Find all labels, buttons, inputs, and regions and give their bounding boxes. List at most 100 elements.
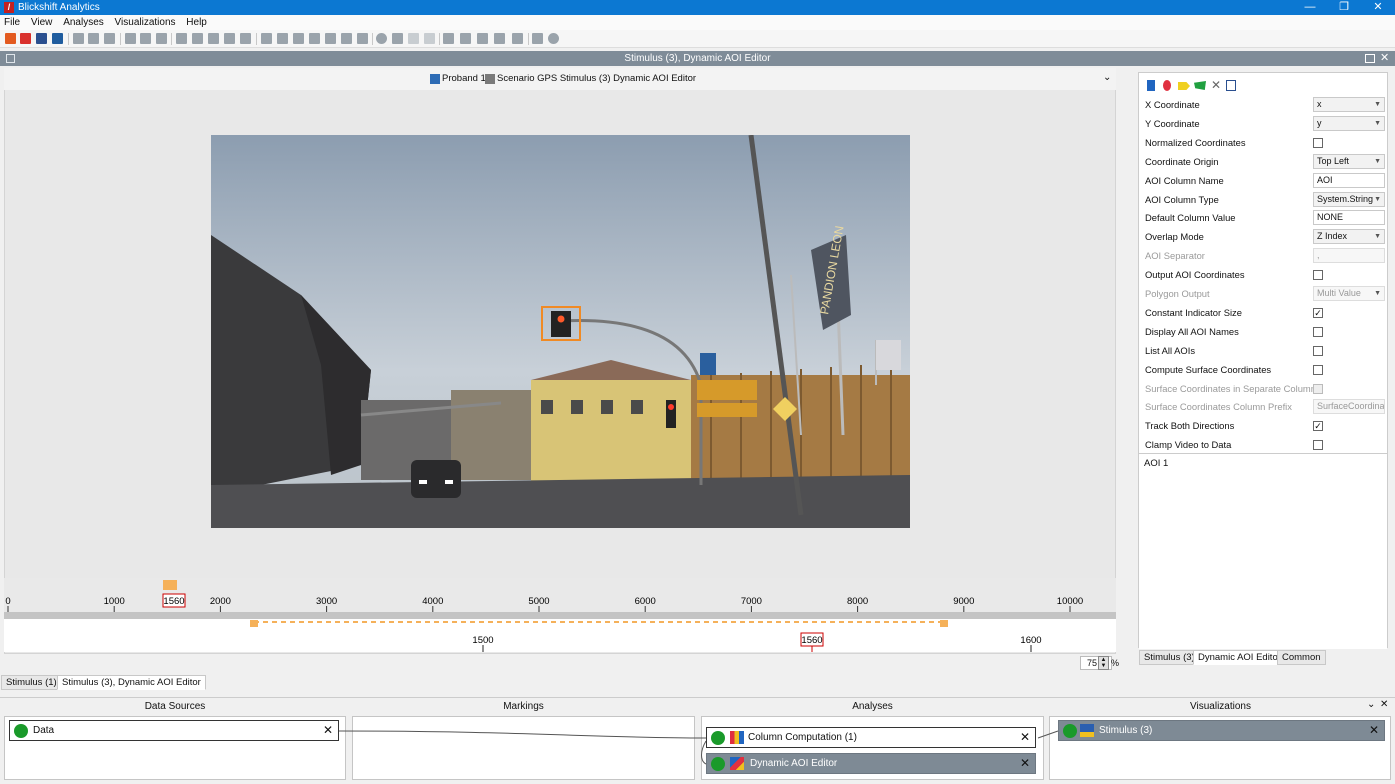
- menu-help[interactable]: Help: [182, 15, 211, 30]
- x-coordinate-dropdown[interactable]: x ▼: [1313, 97, 1385, 112]
- points-alt-icon[interactable]: [325, 33, 336, 44]
- trend-icon[interactable]: [293, 33, 304, 44]
- stimulus-node[interactable]: Stimulus (3) ✕: [1058, 720, 1385, 741]
- range-end-handle[interactable]: [940, 620, 948, 627]
- cut-icon[interactable]: [73, 33, 84, 44]
- menu-analyses[interactable]: Analyses: [59, 15, 108, 30]
- output-aoi-coordinates-checkbox[interactable]: [1313, 270, 1323, 281]
- legend-expand-icon[interactable]: ⌄: [1103, 72, 1111, 83]
- pen-icon[interactable]: [392, 33, 403, 44]
- tab-dynamic-aoi-editor[interactable]: Dynamic AOI Editor: [1193, 650, 1286, 665]
- link-icon[interactable]: [88, 33, 99, 44]
- rectangle-tool-icon[interactable]: [1147, 80, 1155, 91]
- clamp-video-to-data-checkbox[interactable]: [1313, 440, 1323, 451]
- dock-icon[interactable]: [1365, 54, 1375, 63]
- display-all-aoi-names-checkbox[interactable]: [1313, 326, 1323, 337]
- align-middle-icon[interactable]: [140, 33, 151, 44]
- column-computation-node[interactable]: Column Computation (1) ✕: [706, 727, 1036, 748]
- close-window-button[interactable]: ✕: [1361, 0, 1395, 15]
- filter-icon[interactable]: [176, 33, 187, 44]
- new-project-icon[interactable]: [5, 33, 16, 44]
- crosshair-icon[interactable]: [532, 33, 543, 44]
- maximize-button[interactable]: ❐: [1327, 0, 1361, 15]
- record-icon[interactable]: [376, 33, 387, 44]
- histogram-icon[interactable]: [357, 33, 368, 44]
- close-pane-icon[interactable]: ✕: [1380, 51, 1389, 66]
- bars-icon[interactable]: [341, 33, 352, 44]
- tab-common[interactable]: Common: [1277, 650, 1326, 665]
- grid-large-icon[interactable]: [477, 33, 488, 44]
- timeline-tick-label: 7000: [741, 596, 762, 607]
- tab-stimulus-3-editor[interactable]: Stimulus (3), Dynamic AOI Editor: [57, 675, 206, 690]
- normalized-coordinates-checkbox[interactable]: [1313, 137, 1323, 148]
- align-bottom-icon[interactable]: [156, 33, 167, 44]
- data-node[interactable]: Data ✕: [9, 720, 339, 741]
- pipeline-close-icon[interactable]: ✕: [1380, 699, 1388, 710]
- overlap-mode-dropdown[interactable]: Z Index ▼: [1313, 229, 1385, 245]
- timeline-ruler[interactable]: 0 1000 2000 3000 4000 5000 6000 7000 8000 9000 100…: [4, 578, 1116, 654]
- undo-icon[interactable]: [408, 33, 419, 44]
- ellipse-tool-icon[interactable]: [1163, 80, 1171, 91]
- playhead-handle[interactable]: [163, 580, 177, 590]
- image-icon[interactable]: [494, 33, 505, 44]
- delete-shape-icon[interactable]: ✕: [1211, 78, 1221, 92]
- menu-view[interactable]: View: [27, 15, 57, 30]
- remove-column-computation-icon[interactable]: ✕: [1020, 728, 1030, 747]
- zoom-unit: %: [1111, 658, 1120, 668]
- remove-stimulus-icon[interactable]: ✕: [1369, 721, 1379, 740]
- menu-file[interactable]: File: [0, 15, 24, 30]
- coordinate-origin-dropdown[interactable]: Top Left ▼: [1313, 153, 1385, 169]
- aoi-list[interactable]: AOI 1: [1139, 453, 1387, 649]
- aoi-column-name-field[interactable]: AOI: [1313, 172, 1385, 188]
- range-start-handle[interactable]: [250, 620, 258, 627]
- property-label: AOI Separator: [1145, 250, 1205, 262]
- pipeline-collapse-icon[interactable]: ⌄: [1367, 699, 1375, 710]
- dynamic-aoi-editor-node[interactable]: Dynamic AOI Editor ✕: [706, 753, 1036, 774]
- grid-icon[interactable]: [460, 33, 471, 44]
- copy-shape-icon[interactable]: [1226, 80, 1236, 91]
- redo-icon[interactable]: [424, 33, 435, 44]
- constant-indicator-size-checkbox[interactable]: ✓: [1313, 307, 1323, 318]
- chevron-down-icon: ▼: [1374, 157, 1381, 165]
- split-icon[interactable]: [104, 33, 115, 44]
- default-column-value-field[interactable]: NONE: [1313, 210, 1385, 226]
- minimize-button[interactable]: —: [1293, 0, 1327, 15]
- compute-surface-coordinates-checkbox[interactable]: [1313, 364, 1323, 375]
- step-icon[interactable]: [261, 33, 272, 44]
- table-icon[interactable]: [443, 33, 454, 44]
- list-all-aois-checkbox[interactable]: [1313, 345, 1323, 356]
- tab-stimulus-3[interactable]: Stimulus (3): [1139, 650, 1200, 665]
- open-project-icon[interactable]: [20, 33, 31, 44]
- polygon-tool-icon[interactable]: [1194, 81, 1206, 90]
- y-coordinate-value: y: [1317, 117, 1322, 128]
- refresh-icon[interactable]: [36, 33, 47, 44]
- tab-stimulus-1[interactable]: Stimulus (1): [1, 675, 62, 690]
- aoi-column-type-dropdown[interactable]: System.String ▼: [1313, 191, 1385, 207]
- y-coordinate-dropdown[interactable]: y ▼: [1313, 115, 1385, 131]
- align-top-icon[interactable]: [125, 33, 136, 44]
- video-frame[interactable]: PANDION LEON: [211, 135, 910, 528]
- timeline[interactable]: 0 1000 2000 3000 4000 5000 6000 7000 8000 9000 100…: [4, 578, 1116, 654]
- chevron-down-icon: ▼: [1374, 195, 1381, 203]
- menu-visualizations[interactable]: Visualizations: [111, 15, 180, 30]
- play-to-end-icon[interactable]: [240, 33, 251, 44]
- remove-data-icon[interactable]: ✕: [323, 721, 333, 740]
- overlap-mode-value: Z Index: [1317, 231, 1348, 242]
- sort-icon[interactable]: [208, 33, 219, 44]
- arrow-tool-icon[interactable]: [1178, 82, 1190, 90]
- columns-icon[interactable]: [192, 33, 203, 44]
- property-label: Display All AOI Names: [1145, 325, 1239, 337]
- zoom-spinner-icon[interactable]: ▲ ▼: [1098, 656, 1109, 670]
- save-icon[interactable]: [52, 33, 63, 44]
- points-icon[interactable]: [309, 33, 320, 44]
- aoi-list-item[interactable]: AOI 1: [1139, 454, 1387, 473]
- remove-aoi-editor-icon[interactable]: ✕: [1020, 754, 1030, 773]
- pipeline-divider: [0, 697, 1395, 698]
- scatter-icon[interactable]: [277, 33, 288, 44]
- property-label: List All AOIs: [1145, 344, 1196, 356]
- target-icon[interactable]: [548, 33, 559, 44]
- track-both-directions-checkbox[interactable]: ✓: [1313, 421, 1323, 432]
- chart-icon[interactable]: [512, 33, 523, 44]
- aoi-column-name-value: AOI: [1317, 174, 1333, 185]
- arrow-icon[interactable]: [224, 33, 235, 44]
